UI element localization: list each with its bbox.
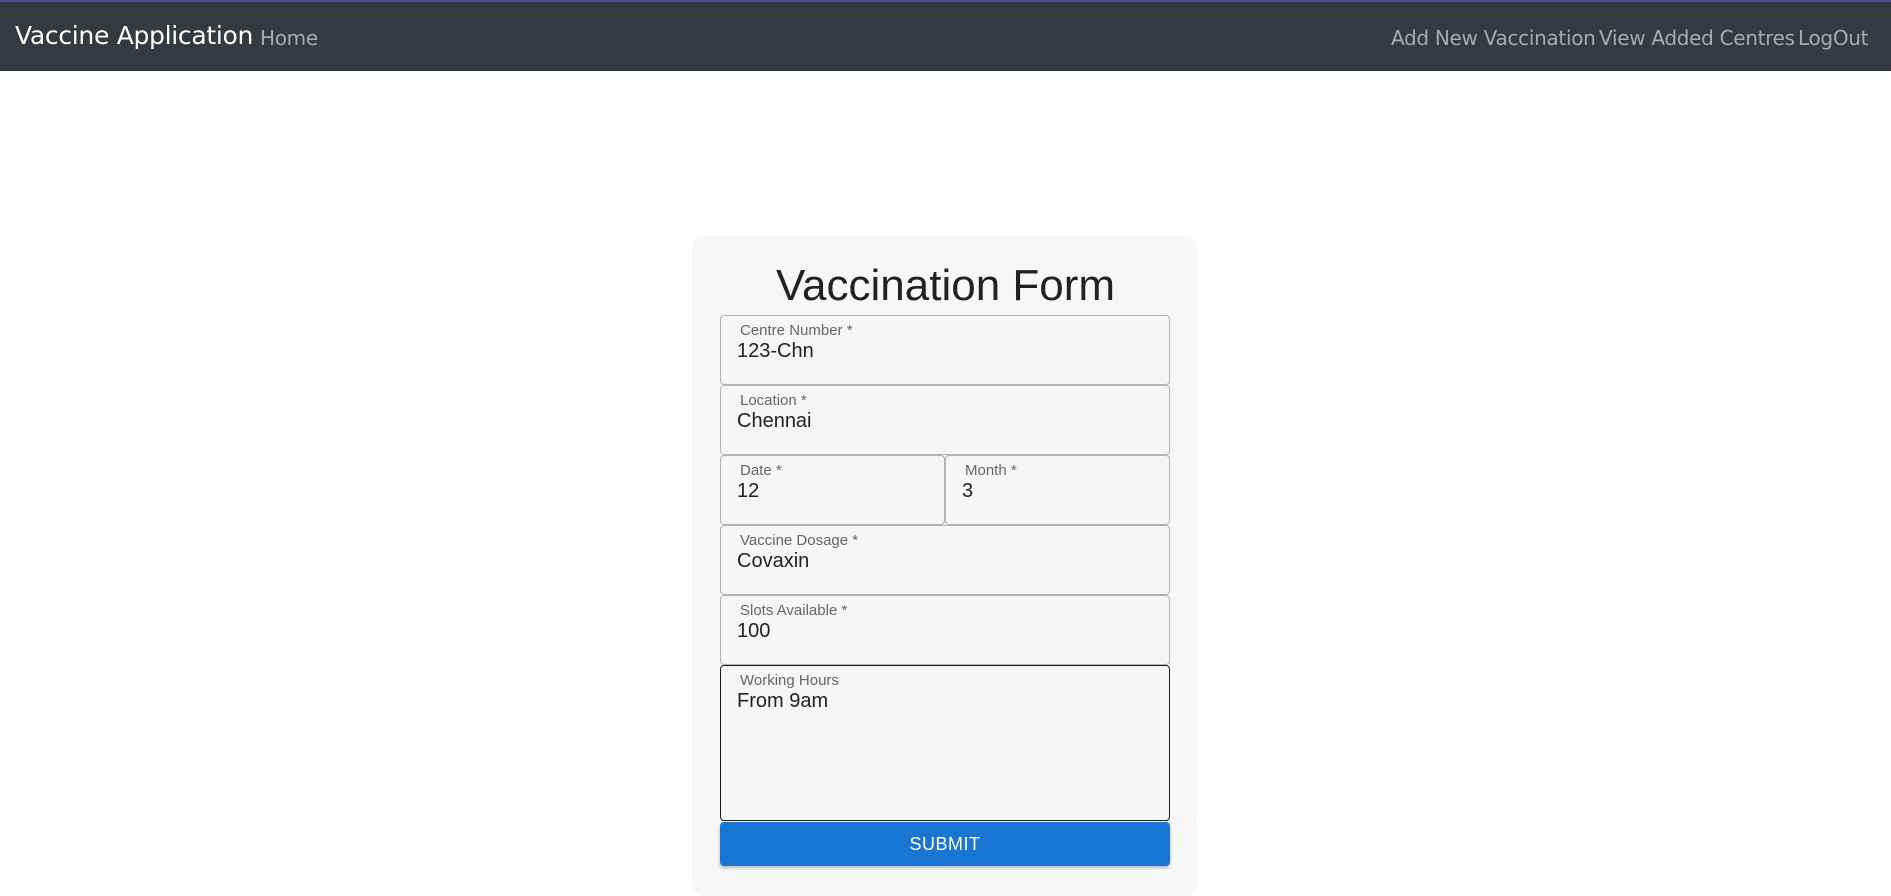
vaccine-dosage-field[interactable]: Vaccine Dosage * Covaxin — [720, 525, 1170, 595]
month-field[interactable]: Month * 3 — [945, 455, 1170, 525]
slots-available-label: Slots Available * — [738, 602, 850, 619]
nav-view-centres-link[interactable]: View Added Centres — [1599, 26, 1795, 50]
month-value[interactable]: 3 — [962, 480, 973, 503]
vaccine-dosage-label: Vaccine Dosage * — [738, 532, 861, 549]
month-label: Month * — [963, 462, 1019, 479]
nav-add-vaccination-link[interactable]: Add New Vaccination — [1391, 26, 1596, 50]
date-label: Date * — [738, 462, 784, 479]
slots-available-field[interactable]: Slots Available * 100 — [720, 595, 1170, 665]
centre-number-field[interactable]: Centre Number * 123-Chn — [720, 315, 1170, 385]
date-field[interactable]: Date * 12 — [720, 455, 945, 525]
working-hours-textarea[interactable]: Working Hours From 9am — [720, 665, 1170, 821]
nav-home-link[interactable]: Home — [260, 26, 318, 50]
working-hours-label: Working Hours — [738, 672, 841, 689]
location-value[interactable]: Chennai — [737, 410, 812, 433]
top-navbar: Vaccine Application Home Add New Vaccina… — [0, 0, 1891, 71]
vaccine-dosage-value[interactable]: Covaxin — [737, 550, 809, 573]
location-field[interactable]: Location * Chennai — [720, 385, 1170, 455]
brand-link[interactable]: Vaccine Application — [15, 21, 253, 50]
slots-available-value[interactable]: 100 — [737, 620, 770, 643]
nav-logout-link[interactable]: LogOut — [1798, 26, 1868, 50]
centre-number-label: Centre Number * — [738, 322, 855, 339]
date-value[interactable]: 12 — [737, 480, 759, 503]
centre-number-value[interactable]: 123-Chn — [737, 340, 814, 363]
location-label: Location * — [738, 392, 809, 409]
submit-button[interactable]: SUBMIT — [720, 822, 1170, 866]
form-title: Vaccination Form — [775, 261, 1116, 310]
working-hours-value[interactable]: From 9am — [737, 690, 828, 713]
